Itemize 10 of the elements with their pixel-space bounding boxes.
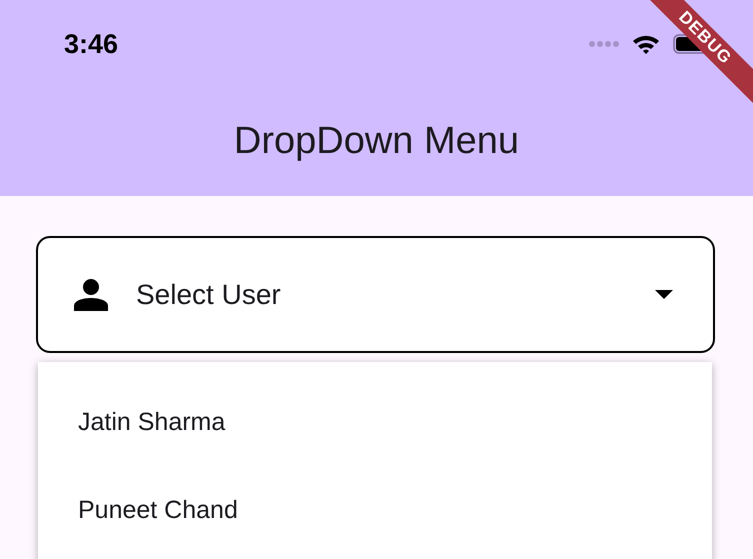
person-icon [74, 278, 108, 310]
signal-dots-icon [589, 41, 619, 47]
status-time: 3:46 [64, 28, 118, 60]
dropdown-field[interactable]: Select User [36, 236, 715, 353]
app-bar-title: DropDown Menu [232, 119, 520, 163]
caret-icon [655, 290, 673, 299]
dropdown-placeholder: Select User [136, 278, 282, 310]
wifi-icon [631, 33, 661, 55]
menu-item[interactable]: Puneet Chand [38, 466, 712, 554]
menu-item[interactable]: Jatin Sharma [38, 378, 712, 466]
